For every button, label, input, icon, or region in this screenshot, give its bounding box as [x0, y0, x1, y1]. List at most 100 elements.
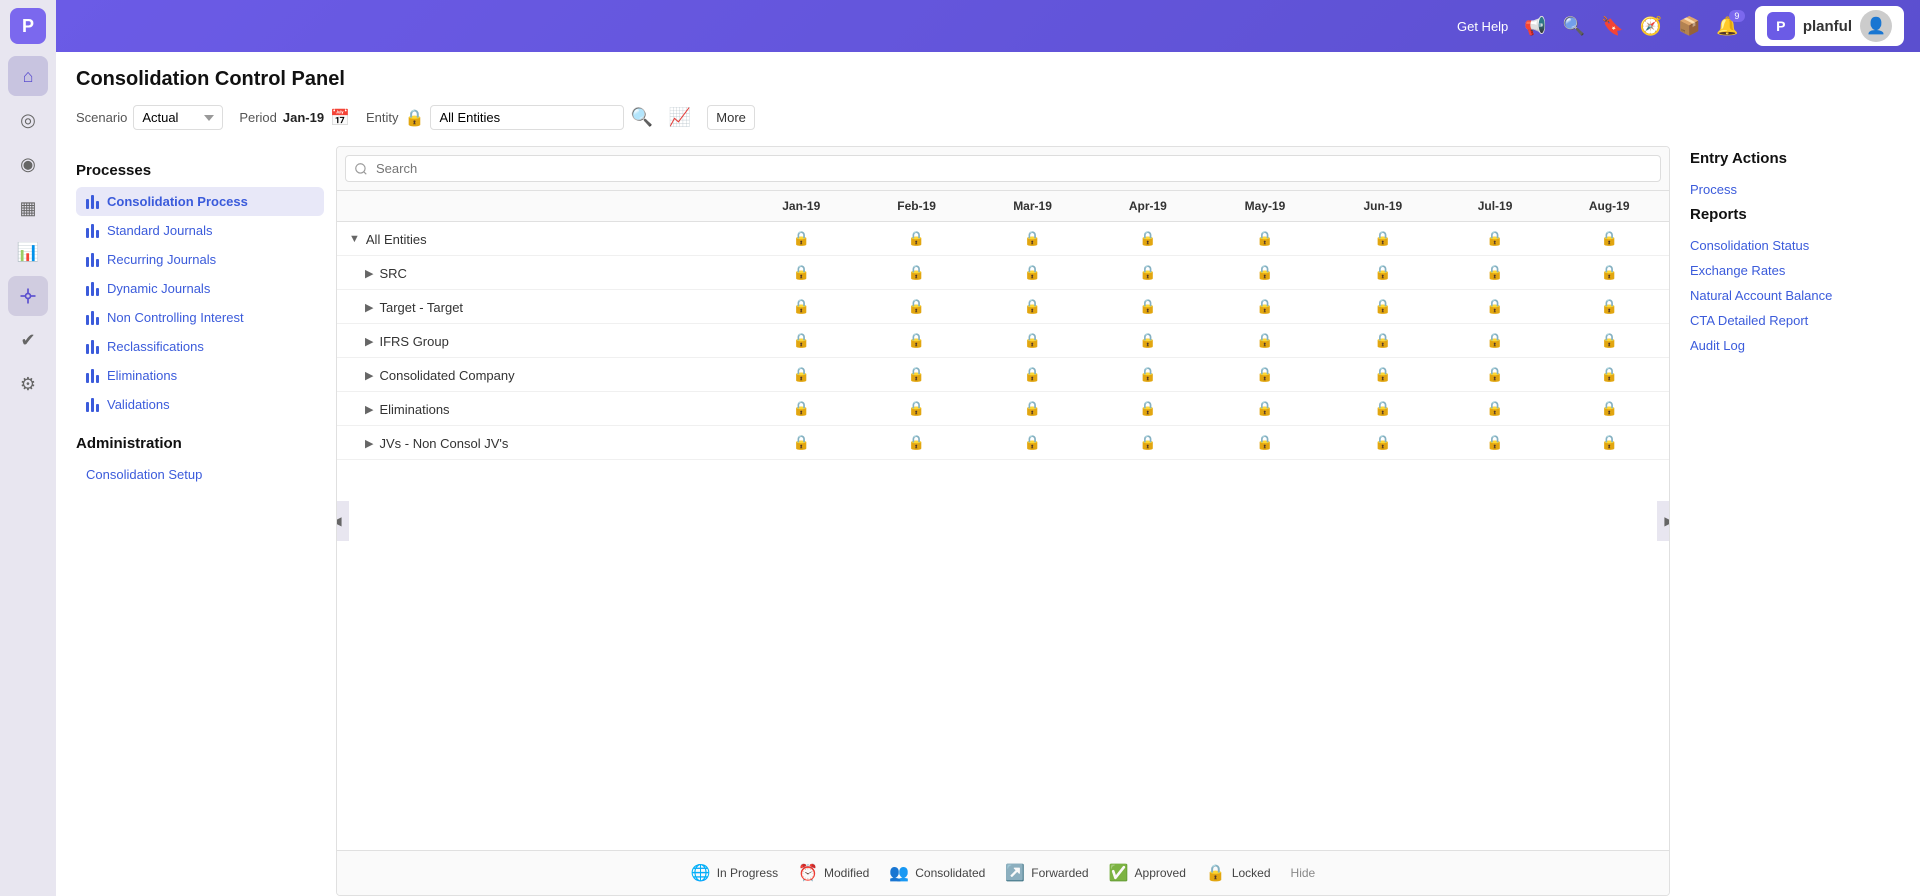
sidebar-item-label: Standard Journals: [107, 223, 213, 238]
natural-account-balance-link[interactable]: Natural Account Balance: [1690, 283, 1900, 308]
lock-icon: 🔒: [908, 434, 925, 450]
user-avatar[interactable]: 👤: [1860, 10, 1892, 42]
lock-icon: 🔒: [908, 298, 925, 314]
calendar-icon[interactable]: 📅: [330, 108, 350, 128]
more-button[interactable]: More: [707, 105, 755, 130]
lock-icon: 🔒: [1256, 434, 1273, 450]
sidebar-item-label: Non Controlling Interest: [107, 310, 244, 325]
table-search-input[interactable]: [345, 155, 1661, 182]
notifications-icon[interactable]: 🔔 9: [1716, 16, 1738, 37]
sidebar-item-label: Eliminations: [107, 368, 177, 383]
get-help-link[interactable]: Get Help: [1457, 19, 1508, 34]
sidebar-item-label: Recurring Journals: [107, 252, 216, 267]
col-header-apr19: Apr-19: [1091, 191, 1206, 222]
lock-icon: 🔒: [793, 264, 810, 280]
lock-icon: 🔒: [1139, 400, 1156, 416]
trend-icon[interactable]: 📈: [669, 107, 691, 128]
cta-detailed-report-link[interactable]: CTA Detailed Report: [1690, 308, 1900, 333]
nav-settings-icon[interactable]: ⚙: [8, 364, 48, 404]
table-row: ▶ Consolidated Company 🔒 🔒 🔒 🔒 🔒 🔒: [337, 358, 1669, 392]
sidebar-item-standard-journals[interactable]: Standard Journals: [76, 216, 324, 245]
col-header-aug19: Aug-19: [1549, 191, 1669, 222]
lock-icon: 🔒: [908, 400, 925, 416]
lock-icon: 🔒: [1139, 434, 1156, 450]
bookmark-icon[interactable]: 🔖: [1601, 16, 1623, 37]
administration-section-title: Administration: [76, 435, 324, 452]
sidebar-item-label: Validations: [107, 397, 170, 412]
row-name: Target - Target: [379, 300, 463, 315]
row-name: Consolidated Company: [379, 368, 514, 383]
app-logo-icon[interactable]: P: [10, 8, 46, 44]
lock-icon: 🔒: [1486, 332, 1503, 348]
entity-input[interactable]: [430, 105, 624, 130]
nav-check-icon[interactable]: ✔: [8, 320, 48, 360]
compass-icon[interactable]: 🧭: [1640, 16, 1662, 37]
eliminations-expander[interactable]: ▶ Eliminations: [365, 402, 450, 417]
row-name: Eliminations: [379, 402, 449, 417]
page-title: Consolidation Control Panel: [76, 68, 1900, 91]
nci-icon: [86, 311, 99, 325]
target-expander[interactable]: ▶ Target - Target: [365, 300, 463, 315]
lock-icon: 🔒: [1600, 332, 1617, 348]
megaphone-icon[interactable]: 📢: [1524, 16, 1546, 37]
sidebar-item-label: Dynamic Journals: [107, 281, 210, 296]
period-value[interactable]: Jan-19: [283, 110, 324, 125]
nav-consolidation-icon[interactable]: [8, 276, 48, 316]
consolidated-company-expander[interactable]: ▶ Consolidated Company: [365, 368, 515, 383]
nav-leaf-icon[interactable]: ◎: [8, 100, 48, 140]
lock-icon: 🔒: [793, 332, 810, 348]
validations-icon: [86, 398, 99, 412]
lock-icon: 🔒: [1256, 400, 1273, 416]
center-table: ◀ ▶ Jan-19 Feb-19 Mar-19: [336, 146, 1670, 896]
lock-icon: 🔒: [793, 298, 810, 314]
audit-log-link[interactable]: Audit Log: [1690, 333, 1900, 358]
sidebar-item-non-controlling-interest[interactable]: Non Controlling Interest: [76, 303, 324, 332]
sidebar-item-consolidation-setup[interactable]: Consolidation Setup: [76, 460, 324, 489]
sidebar-item-eliminations[interactable]: Eliminations: [76, 361, 324, 390]
legend-approved: ✅ Approved: [1109, 863, 1186, 883]
forwarded-label: Forwarded: [1031, 866, 1088, 880]
lock-icon: 🔒: [1024, 230, 1041, 246]
lock-icon: 🔒: [1024, 366, 1041, 382]
lock-icon: 🔒: [1486, 366, 1503, 382]
collapse-left-handle[interactable]: ◀: [336, 501, 349, 541]
sidebar-item-reclassifications[interactable]: Reclassifications: [76, 332, 324, 361]
sidebar-item-validations[interactable]: Validations: [76, 390, 324, 419]
lock-icon: 🔒: [1024, 264, 1041, 280]
col-header-jan19: Jan-19: [744, 191, 859, 222]
sidebar-item-recurring-journals[interactable]: Recurring Journals: [76, 245, 324, 274]
process-link[interactable]: Process: [1690, 177, 1900, 202]
forwarded-icon: ↗️: [1005, 863, 1025, 883]
entities-table: Jan-19 Feb-19 Mar-19 Apr-19 May-19 Jun-1…: [337, 191, 1669, 460]
recurring-journals-icon: [86, 253, 99, 267]
lock-icon: 🔒: [1024, 434, 1041, 450]
sidebar-item-dynamic-journals[interactable]: Dynamic Journals: [76, 274, 324, 303]
search-icon[interactable]: 🔍: [1563, 16, 1585, 37]
scenario-select[interactable]: Actual: [133, 105, 223, 130]
sidebar-item-consolidation-process[interactable]: Consolidation Process: [76, 187, 324, 216]
all-entities-expander[interactable]: ▼ All Entities: [349, 232, 427, 247]
standard-journals-icon: [86, 224, 99, 238]
exchange-rates-link[interactable]: Exchange Rates: [1690, 258, 1900, 283]
planful-logo[interactable]: P planful 👤: [1755, 6, 1904, 46]
col-header-jul19: Jul-19: [1441, 191, 1550, 222]
top-header: Get Help 📢 🔍 🔖 🧭 📦 🔔 9 P planful 👤: [56, 0, 1920, 52]
consolidation-status-link[interactable]: Consolidation Status: [1690, 233, 1900, 258]
lock-icon: 🔒: [793, 230, 810, 246]
nav-grid-icon[interactable]: ▦: [8, 188, 48, 228]
hide-legend-button[interactable]: Hide: [1291, 866, 1316, 880]
lock-icon: 🔒: [1486, 298, 1503, 314]
src-expander[interactable]: ▶ SRC: [365, 266, 407, 281]
cube-icon[interactable]: 📦: [1678, 16, 1700, 37]
lock-icon: 🔒: [1256, 298, 1273, 314]
scenario-label: Scenario: [76, 110, 127, 125]
expand-right-handle[interactable]: ▶: [1657, 501, 1670, 541]
nav-chart-icon[interactable]: 📊: [8, 232, 48, 272]
ifrs-expander[interactable]: ▶ IFRS Group: [365, 334, 449, 349]
table-row: ▶ Target - Target 🔒 🔒 🔒 🔒 🔒 🔒: [337, 290, 1669, 324]
jvs-expander[interactable]: ▶ JVs - Non Consol JV's: [365, 436, 508, 451]
period-filter: Period Jan-19 📅: [239, 108, 350, 128]
entity-search-icon[interactable]: 🔍: [630, 107, 652, 128]
nav-target-icon[interactable]: ◉: [8, 144, 48, 184]
nav-home-icon[interactable]: ⌂: [8, 56, 48, 96]
